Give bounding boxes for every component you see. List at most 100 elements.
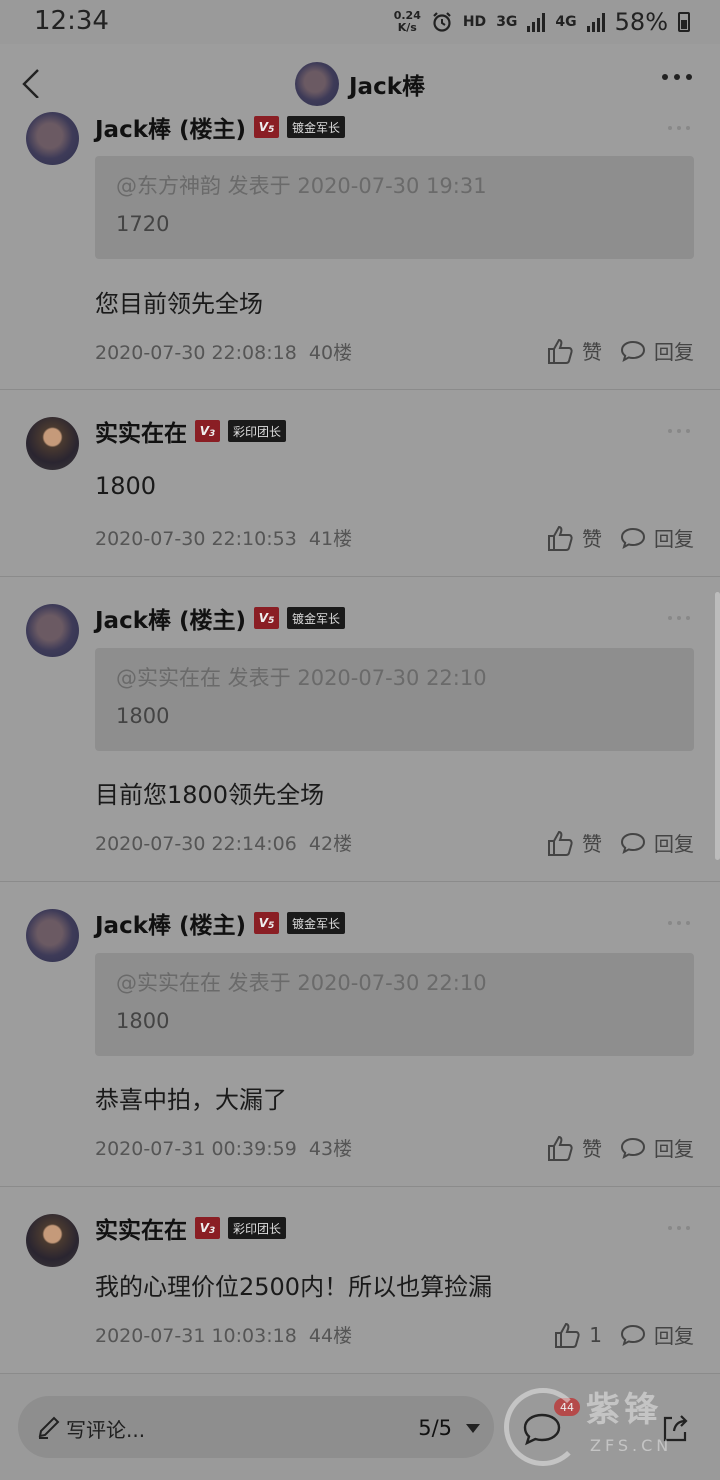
comment-placeholder: 写评论...	[66, 1418, 146, 1442]
thumbs-up-icon	[548, 830, 573, 856]
post-content: 您目前领先全场	[95, 290, 263, 318]
network-3g-label: 3G	[496, 14, 518, 30]
post-content: 1800	[95, 472, 157, 500]
avatar[interactable]	[26, 1214, 79, 1267]
like-button[interactable]: 赞	[546, 828, 602, 857]
user-row: 实实在在 V3 彩印团长	[95, 414, 287, 448]
quote-block: @东方神韵 发表于 2020-07-30 19:31 1720	[95, 156, 694, 259]
post-meta: 2020-07-30 22:10:53 41楼	[95, 524, 352, 551]
post-more-icon[interactable]	[668, 429, 690, 433]
timestamp: 2020-07-30 22:14:06	[95, 833, 297, 855]
like-button[interactable]: 赞	[546, 1133, 602, 1162]
speech-bubble-icon	[620, 1137, 646, 1159]
like-button[interactable]: 1	[553, 1321, 602, 1349]
bottom-bar: 写评论... 5/5 44 紫锋 ZFS.CN	[0, 1374, 720, 1480]
reply-button[interactable]: 回复	[620, 1320, 694, 1349]
network-4g-label: 4G	[555, 14, 577, 30]
status-icons: 0.24 K/s HD 3G 4G 58%	[394, 8, 690, 36]
pen-icon	[38, 1416, 60, 1439]
reply-label: 回复	[654, 832, 694, 856]
thumbs-up-icon	[548, 338, 573, 364]
level-badge: V5	[254, 912, 280, 934]
like-label: 赞	[582, 832, 602, 856]
post-actions: 赞 回复	[546, 336, 694, 365]
post-more-icon[interactable]	[668, 616, 690, 620]
title-badge: 彩印团长	[228, 1217, 287, 1239]
quote-header: @东方神韵 发表于 2020-07-30 19:31	[116, 174, 487, 198]
quote-block: @实实在在 发表于 2020-07-30 22:10 1800	[95, 648, 694, 751]
reply-button[interactable]: 回复	[620, 336, 694, 365]
avatar[interactable]	[26, 604, 79, 657]
post-more-icon[interactable]	[668, 126, 690, 130]
scrollbar[interactable]	[715, 592, 720, 860]
thumbs-up-icon	[548, 1135, 573, 1161]
post-actions: 赞 回复	[546, 1133, 694, 1162]
level-badge: V3	[195, 420, 220, 442]
post-actions: 赞 回复	[546, 828, 694, 857]
user-row: Jack棒 (楼主) V5 镀金军长	[95, 110, 346, 144]
like-label: 赞	[582, 340, 602, 364]
reply-label: 回复	[654, 1324, 694, 1348]
quote-header: @实实在在 发表于 2020-07-30 22:10	[116, 666, 487, 690]
post-meta: 2020-07-31 10:03:18 44楼	[95, 1321, 352, 1348]
post-meta: 2020-07-31 00:39:59 43楼	[95, 1134, 352, 1161]
watermark-brand: 紫锋	[586, 1390, 662, 1430]
post-actions: 1 回复	[553, 1320, 694, 1349]
level-badge: V3	[195, 1217, 220, 1239]
watermark-swirl	[504, 1388, 582, 1466]
thumbs-up-icon	[548, 525, 573, 551]
quote-block: @实实在在 发表于 2020-07-30 22:10 1800	[95, 953, 694, 1056]
comment-input[interactable]: 写评论... 5/5	[18, 1396, 494, 1458]
username[interactable]: Jack棒 (楼主)	[95, 601, 246, 635]
quote-body: 1720	[116, 212, 170, 236]
signal-icon	[527, 12, 546, 32]
reply-button[interactable]: 回复	[620, 1133, 694, 1162]
post-actions: 赞 回复	[546, 523, 694, 552]
chevron-down-icon[interactable]	[466, 1424, 480, 1433]
post-content: 恭喜中拍，大漏了	[95, 1086, 287, 1114]
battery-icon	[678, 12, 690, 32]
list-item: Jack棒 (楼主) V5 镀金军长 @实实在在 发表于 2020-07-30 …	[0, 577, 720, 882]
avatar[interactable]	[26, 417, 79, 470]
title-badge: 彩印团长	[228, 420, 287, 442]
like-label: 赞	[582, 1137, 602, 1161]
username[interactable]: Jack棒 (楼主)	[95, 906, 246, 940]
floor-number: 41楼	[308, 528, 353, 550]
floor-number: 44楼	[308, 1325, 353, 1347]
watermark-logo: 紫锋 ZFS.CN	[500, 1380, 710, 1476]
title-badge: 镀金军长	[287, 607, 346, 629]
post-meta: 2020-07-30 22:08:18 40楼	[95, 338, 352, 365]
user-row: Jack棒 (楼主) V5 镀金军长	[95, 601, 346, 635]
quote-body: 1800	[116, 1009, 170, 1033]
username[interactable]: 实实在在	[95, 414, 187, 448]
avatar[interactable]	[26, 909, 79, 962]
watermark-domain: ZFS.CN	[590, 1436, 673, 1455]
post-more-icon[interactable]	[668, 921, 690, 925]
hd-label: HD	[462, 14, 487, 30]
timestamp: 2020-07-30 22:08:18	[95, 342, 297, 364]
page-indicator[interactable]: 5/5	[418, 1416, 452, 1440]
reply-label: 回复	[654, 340, 694, 364]
reply-button[interactable]: 回复	[620, 828, 694, 857]
username[interactable]: Jack棒 (楼主)	[95, 110, 246, 144]
username[interactable]: 实实在在	[95, 1211, 187, 1245]
title-badge: 镀金军长	[287, 116, 346, 138]
list-item: 实实在在 V3 彩印团长 我的心理价位2500内！所以也算捡漏 2020-07-…	[0, 1187, 720, 1374]
floor-number: 42楼	[308, 833, 353, 855]
like-button[interactable]: 赞	[546, 523, 602, 552]
like-button[interactable]: 赞	[546, 336, 602, 365]
reply-button[interactable]: 回复	[620, 523, 694, 552]
speech-bubble-icon	[620, 340, 646, 362]
reply-label: 回复	[654, 527, 694, 551]
list-item: Jack棒 (楼主) V5 镀金军长 @东方神韵 发表于 2020-07-30 …	[0, 72, 720, 390]
user-row: Jack棒 (楼主) V5 镀金军长	[95, 906, 346, 940]
thumbs-up-icon	[555, 1322, 580, 1348]
title-badge: 镀金军长	[287, 912, 346, 934]
timestamp: 2020-07-30 22:10:53	[95, 528, 297, 550]
avatar[interactable]	[26, 112, 79, 165]
post-content: 我的心理价位2500内！所以也算捡漏	[95, 1273, 493, 1301]
quote-body: 1800	[116, 704, 170, 728]
post-more-icon[interactable]	[668, 1226, 690, 1230]
user-row: 实实在在 V3 彩印团长	[95, 1211, 287, 1245]
alarm-icon	[433, 12, 451, 32]
